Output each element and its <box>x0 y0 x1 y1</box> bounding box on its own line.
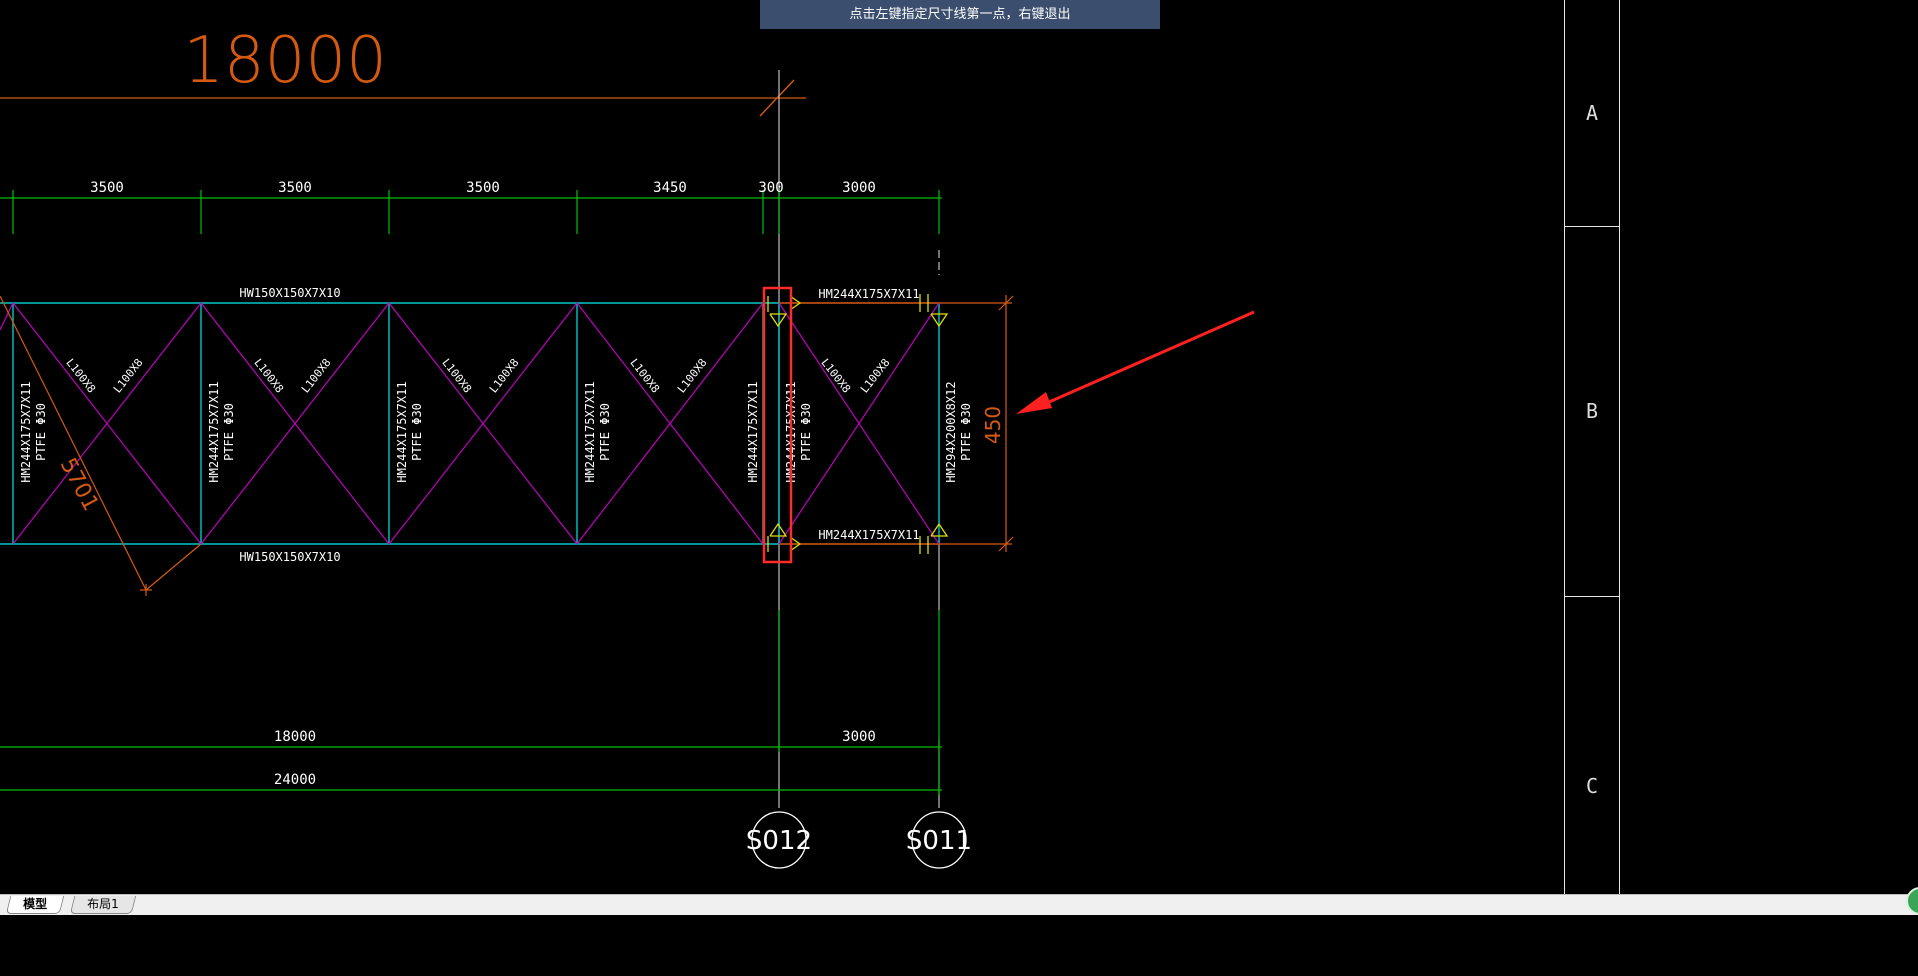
right-panel: A B C <box>1564 0 1620 894</box>
column-label-4: HM244X175X7X11 <box>583 381 597 482</box>
bay-dim-2: 3500 <box>278 180 312 196</box>
column-pad-2: PTFE Φ30 <box>222 403 236 461</box>
tab-model[interactable]: 模型 <box>5 896 65 914</box>
column-label-5: HM244X175X7X11 <box>746 381 760 482</box>
column-pad-3: PTFE Φ30 <box>410 403 424 461</box>
bottom-total-dim: 24000 <box>274 772 316 788</box>
bay-dim-3: 3500 <box>466 180 500 196</box>
bay-dim-1: 3500 <box>90 180 124 196</box>
tab-layout1-label: 布局1 <box>87 897 119 911</box>
right-panel-row-b: B <box>1585 399 1599 423</box>
command-tooltip: 点击左键指定尺寸线第一点，右键退出 <box>760 0 1160 29</box>
height-dim-text: 450 <box>981 406 1005 444</box>
axis-label-s011: S011 <box>906 826 972 856</box>
right-column-pad: PTFE Φ30 <box>959 403 973 461</box>
top-chord-label: HW150X150X7X10 <box>239 286 340 300</box>
column-pad-1: PTFE Φ30 <box>34 403 48 461</box>
bottom-chord-label: HW150X150X7X10 <box>239 550 340 564</box>
right-bottom-beam-label: HM244X175X7X11 <box>818 528 919 542</box>
axis-label-s012: S012 <box>746 826 812 856</box>
right-top-beam-label: HM244X175X7X11 <box>818 287 919 301</box>
tab-layout1[interactable]: 布局1 <box>69 896 136 914</box>
column-label-2: HM244X175X7X11 <box>207 381 221 482</box>
cad-drawing-canvas[interactable]: 18000 3500 3500 3500 3450 300 3000 5701 … <box>0 0 1918 894</box>
bottom-dim-2: 3000 <box>842 729 876 745</box>
bay-dim-5: 300 <box>758 180 783 196</box>
tab-model-label: 模型 <box>23 897 48 911</box>
column-label-1: HM244X175X7X11 <box>19 381 33 482</box>
column-pad-4: PTFE Φ30 <box>598 403 612 461</box>
bay-dim-6: 3000 <box>842 180 876 196</box>
top-dim-text: 18000 <box>183 24 387 98</box>
bottom-dim-1: 18000 <box>274 729 316 745</box>
layout-tab-bar: 模型 布局1 <box>0 894 1918 915</box>
column-pad-6: PTFE Φ30 <box>799 403 813 461</box>
right-panel-row-c: C <box>1585 774 1599 798</box>
right-column-label: HM294X200X8X12 <box>944 381 958 482</box>
bay-dim-4: 3450 <box>653 180 687 196</box>
column-label-3: HM244X175X7X11 <box>395 381 409 482</box>
right-panel-row-a: A <box>1585 101 1599 125</box>
